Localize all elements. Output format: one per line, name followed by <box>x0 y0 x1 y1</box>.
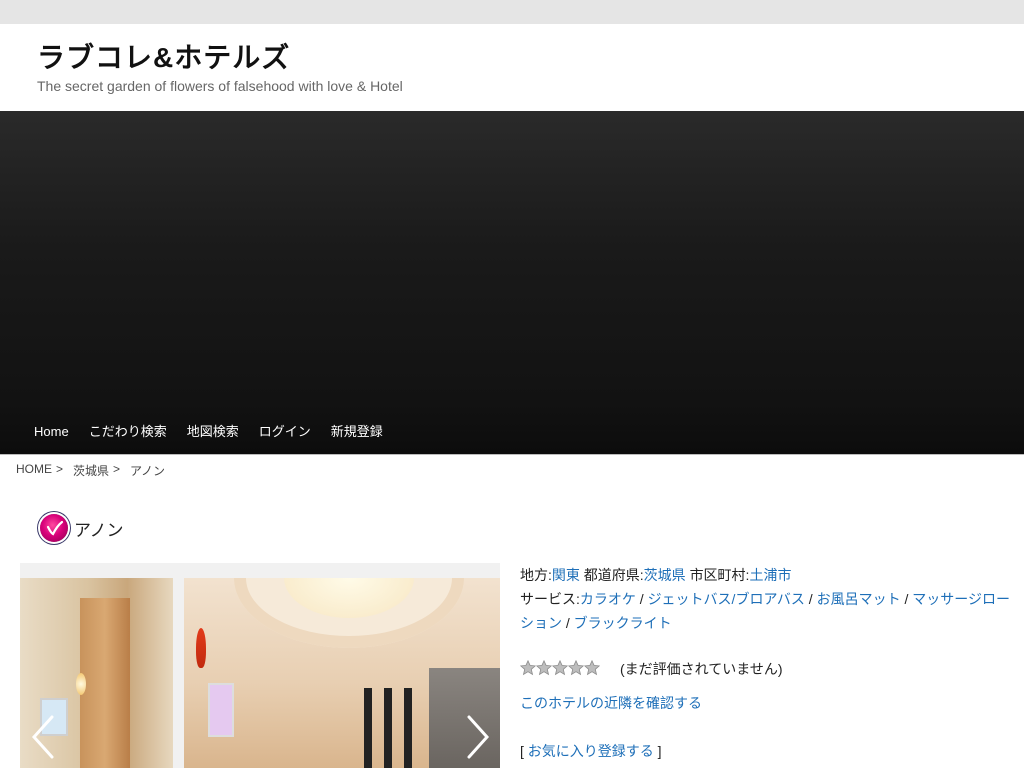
star-icon[interactable] <box>536 659 552 676</box>
service-separator: / <box>562 615 574 631</box>
wall-lamp-image <box>76 673 86 695</box>
gallery-prev-button[interactable] <box>28 713 58 761</box>
breadcrumb-separator: > <box>56 462 64 476</box>
curtain-stripe-image <box>364 688 372 768</box>
site-title[interactable]: ラブコレ&ホテルズ <box>37 36 290 76</box>
breadcrumb: HOME > 茨城県 > アノン <box>16 462 165 479</box>
breadcrumb-prefecture[interactable]: 茨城県 <box>73 462 109 479</box>
rating-stars[interactable] <box>520 659 600 679</box>
star-icon[interactable] <box>520 659 536 676</box>
service-link[interactable]: お風呂マット <box>817 591 901 607</box>
hotel-info: 地方:関東 都道府県:茨城県 市区町村:土浦市 サービス:カラオケ / ジェット… <box>520 563 1010 763</box>
rating-text: (まだ評価されていません) <box>620 661 783 677</box>
favorite-prefix: [ <box>520 743 528 759</box>
service-link[interactable]: ブラックライト <box>574 615 672 631</box>
nav-login[interactable]: ログイン <box>249 410 321 454</box>
wall-lamp-image <box>196 628 206 668</box>
site-tagline: The secret garden of flowers of falsehoo… <box>37 78 403 94</box>
hotel-title: アノン <box>40 513 123 543</box>
nav-home[interactable]: Home <box>24 410 79 454</box>
breadcrumb-separator: > <box>113 462 121 476</box>
star-icon[interactable] <box>552 659 568 676</box>
location-line: 地方:関東 都道府県:茨城県 市区町村:土浦市 <box>520 563 1010 587</box>
service-separator: / <box>635 591 648 607</box>
hotel-name: アノン <box>74 520 124 540</box>
gallery-next-button[interactable] <box>463 713 493 761</box>
nav-detailed-search[interactable]: こだわり検索 <box>79 410 177 454</box>
site-header: ラブコレ&ホテルズ The secret garden of flowers o… <box>0 24 1024 111</box>
services-line: サービス:カラオケ / ジェットバス/ブロアバス / お風呂マット / マッサー… <box>520 587 1010 635</box>
city-link[interactable]: 土浦市 <box>749 567 791 583</box>
door-image <box>80 598 130 768</box>
photo-gallery[interactable] <box>20 563 500 768</box>
wall-monitor-image <box>208 683 234 737</box>
service-link[interactable]: カラオケ <box>580 591 636 607</box>
rating: (まだ評価されていません) <box>520 657 1010 681</box>
favorite-suffix: ] <box>653 743 662 759</box>
city-label: 市区町村: <box>689 567 750 583</box>
region-label: 地方: <box>520 567 552 583</box>
heart-logo-icon <box>40 514 68 542</box>
hero-banner: Home こだわり検索 地図検索 ログイン 新規登録 <box>0 111 1024 455</box>
prefecture-link[interactable]: 茨城県 <box>644 567 686 583</box>
breadcrumb-home[interactable]: HOME <box>16 462 52 479</box>
breadcrumb-current: アノン <box>130 464 165 478</box>
chevron-right-icon <box>467 715 490 759</box>
room-photo-current <box>184 578 500 768</box>
add-favorite-link[interactable]: お気に入り登録する <box>528 743 654 759</box>
nav-map-search[interactable]: 地図検索 <box>177 410 249 454</box>
star-icon[interactable] <box>584 659 600 676</box>
chevron-left-icon <box>31 715 54 759</box>
nav-register[interactable]: 新規登録 <box>321 410 393 454</box>
service-link[interactable]: ジェットバス/ブロアバス <box>648 591 805 607</box>
prefecture-label: 都道府県: <box>583 567 644 583</box>
service-separator: / <box>804 591 817 607</box>
top-bar <box>0 0 1024 24</box>
services-label: サービス: <box>520 591 580 607</box>
curtain-stripe-image <box>384 688 392 768</box>
curtain-stripe-image <box>404 688 412 768</box>
nearby-hotels-link[interactable]: このホテルの近隣を確認する <box>520 691 1010 715</box>
main-nav: Home こだわり検索 地図検索 ログイン 新規登録 <box>24 410 393 454</box>
service-separator: / <box>900 591 913 607</box>
region-link[interactable]: 関東 <box>552 567 580 583</box>
favorite-line: [ お気に入り登録する ] <box>520 739 1010 763</box>
star-icon[interactable] <box>568 659 584 676</box>
